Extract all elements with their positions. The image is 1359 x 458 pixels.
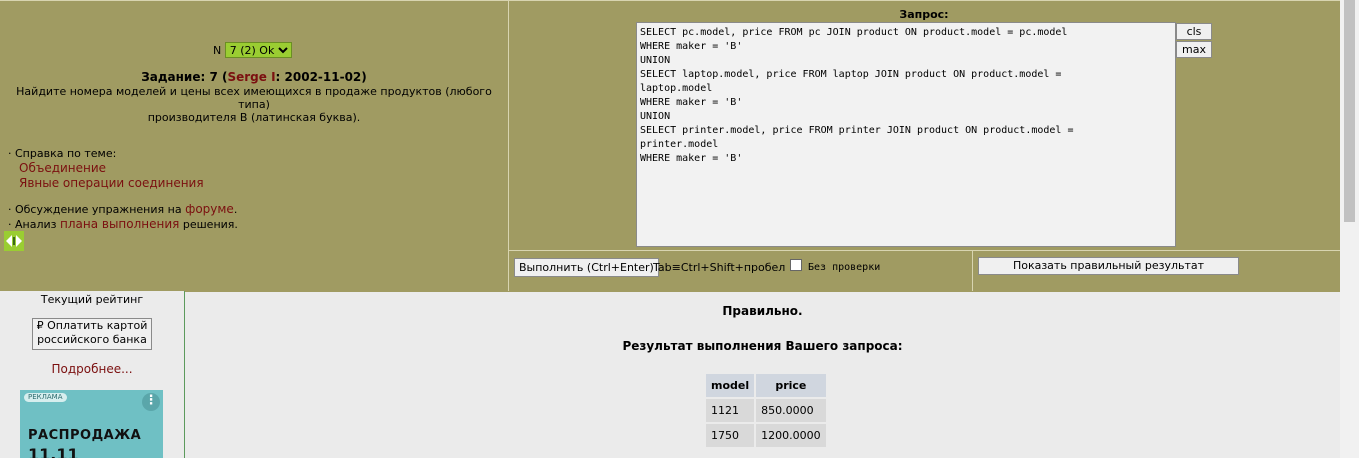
pay-button-line: ₽ Оплатить картой [36,319,148,332]
execute-button[interactable]: Выполнить (Ctrl+Enter) [514,258,659,277]
result-area: Правильно. Результат выполнения Вашего з… [185,291,1340,458]
pay-button-line: российского банка [37,333,147,346]
plan-prefix: · Анализ [8,218,60,231]
plan-link[interactable]: плана выполнения [60,217,179,231]
discussion-section: · Обсуждение упражнения на форуме. · Ана… [8,202,238,232]
no-check-checkbox[interactable] [790,259,802,271]
task-select[interactable]: 7 (2) Ok [224,42,292,58]
rating-label: Текущий рейтинг [40,293,144,306]
task-author-link[interactable]: Serge I [227,70,275,84]
query-label: Запрос: [899,8,949,21]
help-link-joins[interactable]: Явные операции соединения [19,176,204,190]
ad-number: 11.11 [28,445,79,458]
task-panel: N 7 (2) Ok Задание: 7 (Serge I: 2002-11-… [0,0,508,291]
show-correct-button[interactable]: Показать правильный результат [978,257,1239,275]
table-header-row: model price [706,374,826,397]
table-cell: 1200.0000 [756,424,826,447]
cls-button[interactable]: cls [1176,23,1212,40]
max-button[interactable]: max [1176,41,1212,58]
table-cell: 1750 [706,424,755,447]
query-textarea[interactable]: SELECT pc.model, price FROM pc JOIN prod… [636,22,1176,247]
plan-suffix: решения. [179,218,238,231]
table-cell: 850.0000 [756,399,826,422]
table-row: 1750 1200.0000 [706,424,826,447]
ad-tag: РЕКЛАМА [24,393,67,402]
task-description: Найдите номера моделей и цены всех имеющ… [0,85,508,124]
task-title: Задание: 7 (Serge I: 2002-11-02) [0,70,508,84]
forum-link[interactable]: форуме [185,202,234,216]
toggle-icon[interactable] [4,231,24,251]
task-date: : 2002-11-02) [275,70,367,84]
forum-prefix: · Обсуждение упражнения на [8,203,186,216]
ad-banner[interactable]: РЕКЛАМА ⋮ РАСПРОДАЖА 11.11 [20,390,163,458]
result-title: Результат выполнения Вашего запроса: [622,339,903,353]
panel-divider [508,250,1340,251]
pay-button[interactable]: ₽ Оплатить картой российского банка [32,318,152,350]
task-description-line: Найдите номера моделей и цены всех имеющ… [16,85,492,111]
tab-hint: Tab≡Ctrl+Shift+пробел [653,261,786,274]
result-status: Правильно. [722,304,803,318]
help-title: · Справка по теме: [8,147,117,160]
table-row: 1121 850.0000 [706,399,826,422]
column-header-price: price [756,374,826,397]
table-cell: 1121 [706,399,755,422]
no-check-label: Без проверки [808,262,881,273]
task-description-line: производителя B (латинская буква). [147,111,361,124]
help-link-union[interactable]: Объединение [19,161,106,175]
result-table: model price 1121 850.0000 1750 1200.0000 [704,372,828,449]
ad-title: РАСПРОДАЖА [28,428,142,443]
panel-divider [972,250,973,291]
panel-divider [508,0,509,291]
forum-suffix: . [233,203,238,216]
column-header-model: model [706,374,755,397]
scrollbar-thumb[interactable] [1344,0,1355,222]
more-options-icon[interactable]: ⋮ [142,393,160,411]
task-number-label: N [213,44,222,57]
task-title-prefix: Задание: 7 ( [141,70,228,84]
page-scrollbar[interactable] [1340,0,1359,458]
more-link[interactable]: Подробнее... [0,362,184,376]
help-section: · Справка по теме: Объединение Явные опе… [8,146,204,191]
task-selector: N 7 (2) Ok [213,42,292,58]
